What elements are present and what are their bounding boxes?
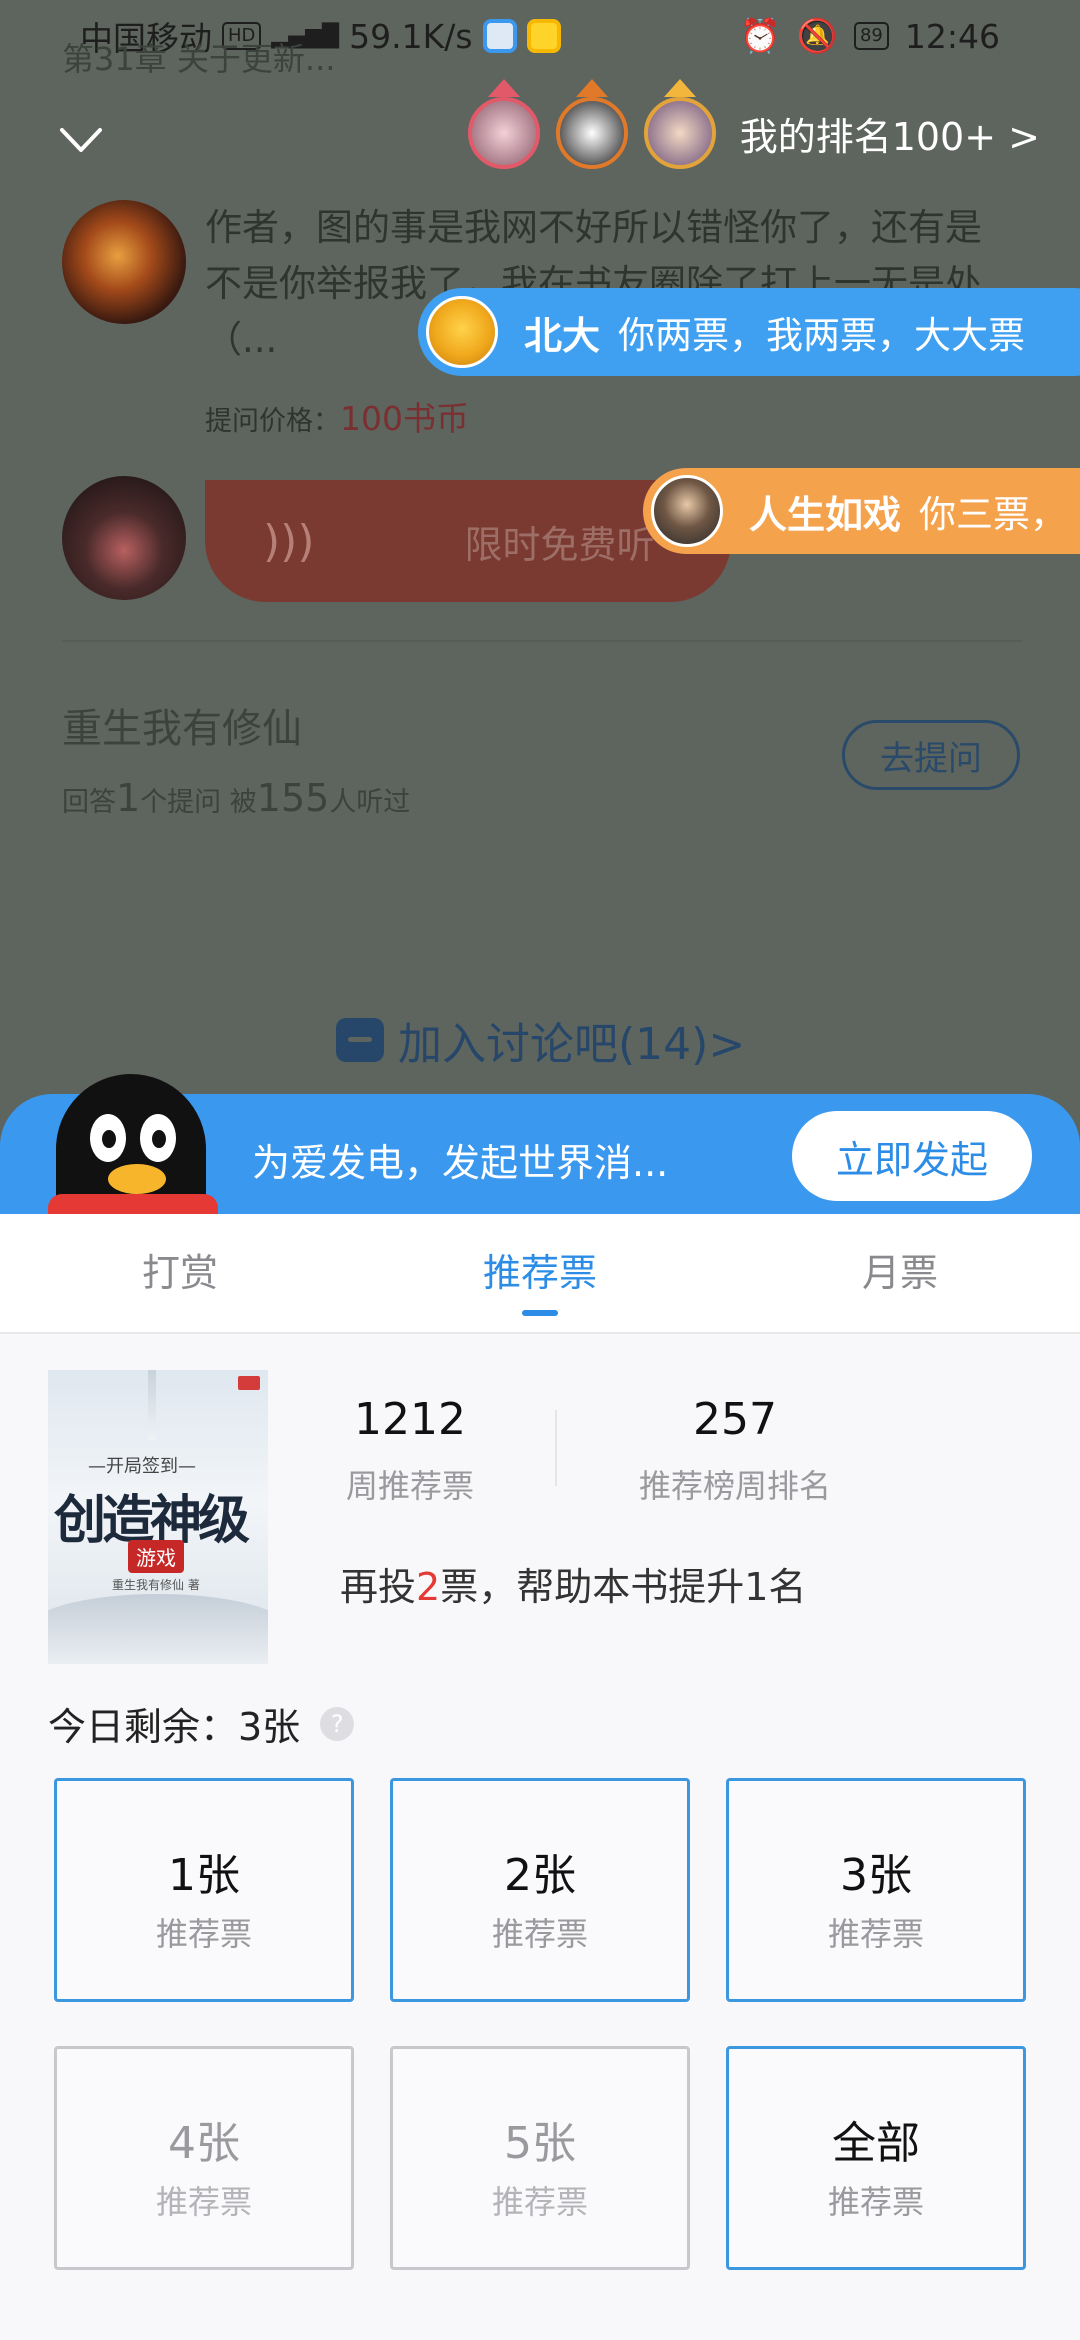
vote-option-label: 推荐票: [155, 2183, 252, 2221]
price-value: 100书币: [340, 399, 469, 438]
vote-option-count: 4张: [168, 2118, 240, 2169]
vote-option-count: 3张: [840, 1850, 912, 1901]
danmaku-avatar: [426, 296, 498, 368]
cover-tag: 游戏: [128, 1540, 184, 1573]
vote-option-count: 5张: [504, 2118, 576, 2169]
network-speed: 59.1K/s: [349, 16, 473, 56]
vote-sheet: 打赏 推荐票 月票 —开局签到— 创造神级 游戏 重生我有修仙 著 1212 周…: [0, 1214, 1080, 2340]
tab-reward[interactable]: 打赏: [80, 1242, 280, 1297]
mute-bell-icon: 🔕: [796, 16, 838, 55]
author-avatar[interactable]: [62, 476, 186, 600]
danmaku-message: 你两票，我两票，大大票: [618, 314, 1026, 357]
help-circle-icon[interactable]: ?: [320, 1706, 355, 1741]
question-price: 提问价格：100书币: [205, 392, 469, 440]
divider: [62, 640, 1022, 642]
cover-subtitle: —开局签到—: [88, 1456, 196, 1477]
danmaku-user-name: 北大: [524, 313, 601, 358]
answer-count: 1: [116, 776, 141, 820]
vote-option-2[interactable]: 2张 推荐票: [390, 1778, 690, 2002]
book-cover: —开局签到— 创造神级 游戏 重生我有修仙 著: [48, 1370, 268, 1664]
vote-option-label: 推荐票: [155, 1915, 252, 1953]
vote-option-count: 2张: [504, 1850, 576, 1901]
stat-divider: [555, 1410, 557, 1486]
author-book-title: 重生我有修仙: [62, 706, 302, 752]
hint-prefix: 再投: [340, 1565, 417, 1609]
remaining-label: 今日剩余：3张: [48, 1705, 301, 1749]
active-tab-indicator: [522, 1310, 558, 1316]
voice-wave-icon: ))): [263, 515, 315, 567]
weekly-votes-label: 周推荐票: [345, 1467, 474, 1505]
top-fan-avatar-1: [467, 79, 540, 169]
clock: 12:46: [904, 16, 1000, 56]
voice-answer-label: 限时免费听: [464, 522, 655, 567]
vote-option-4[interactable]: 4张 推荐票: [54, 2046, 354, 2270]
price-label: 提问价格：: [205, 406, 340, 437]
join-discussion-link[interactable]: 加入讨论吧(14)>: [336, 1008, 745, 1072]
danmaku-bubble: 人生如戏 你三票，: [643, 468, 1080, 554]
alarm-icon: ⏰: [739, 16, 781, 55]
battery-icon: 89: [853, 22, 889, 50]
top-fan-avatar-3: [643, 79, 716, 169]
weekly-votes-stat: 1212 周推荐票: [330, 1394, 490, 1507]
vote-option-label: 推荐票: [827, 2183, 924, 2221]
vote-option-3[interactable]: 3张 推荐票: [726, 1778, 1026, 2002]
chat-bubble-icon: [336, 1018, 384, 1062]
answer-mid: 个提问 被: [140, 787, 257, 818]
top-fan-avatar-2: [555, 79, 628, 169]
listen-suffix: 人听过: [329, 787, 411, 818]
vote-option-count: 全部: [832, 2118, 920, 2169]
publisher-logo-icon: [238, 1376, 260, 1390]
tab-recommend-vote[interactable]: 推荐票: [440, 1242, 640, 1297]
my-rank-label: 我的排名100+ >: [739, 114, 1040, 159]
promo-text: 为爱发电，发起世界消...: [252, 1141, 669, 1185]
tab-monthly-vote[interactable]: 月票: [800, 1242, 1000, 1297]
weekly-rank-stat: 257 推荐榜周排名: [620, 1394, 850, 1507]
chapter-title: 第31章 关于更新...: [62, 40, 336, 78]
weekly-votes-value: 1212: [354, 1394, 466, 1445]
vote-option-label: 推荐票: [827, 1915, 924, 1953]
my-rank[interactable]: 我的排名100+ >: [467, 78, 1040, 188]
listen-count: 155: [256, 776, 330, 820]
remaining-tickets: 今日剩余：3张 ?: [48, 1696, 355, 1751]
cover-author: 重生我有修仙 著: [112, 1578, 200, 1592]
weekly-rank-label: 推荐榜周排名: [638, 1467, 831, 1505]
danmaku-user-name: 人生如戏: [749, 492, 902, 537]
vote-option-label: 推荐票: [491, 2183, 588, 2221]
vote-option-label: 推荐票: [491, 1915, 588, 1953]
weekly-rank-value: 257: [693, 1394, 777, 1445]
asker-avatar[interactable]: [62, 200, 186, 324]
app-notification-icon: [482, 19, 517, 53]
vote-option-count: 1张: [168, 1850, 240, 1901]
vote-option-5[interactable]: 5张 推荐票: [390, 2046, 690, 2270]
ask-question-button[interactable]: 去提问: [842, 720, 1020, 790]
rank-hint: 再投2票，帮助本书提升1名: [340, 1556, 806, 1611]
collapse-chevron-icon[interactable]: [56, 120, 106, 160]
join-discussion-label: 加入讨论吧(14)>: [398, 1019, 746, 1070]
tab-bar: 打赏 推荐票 月票: [0, 1214, 1080, 1334]
hint-count: 2: [416, 1565, 441, 1609]
launch-button[interactable]: 立即发起: [792, 1111, 1032, 1201]
vote-option-all[interactable]: 全部 推荐票: [726, 2046, 1026, 2270]
penguin-mascot-icon: [48, 1066, 224, 1232]
app-notification-icon-2: [526, 19, 561, 53]
danmaku-avatar: [651, 475, 723, 547]
vote-option-1[interactable]: 1张 推荐票: [54, 1778, 354, 2002]
danmaku-message: 你三票，: [919, 493, 1068, 536]
hint-suffix: 票，帮助本书提升1名: [440, 1565, 807, 1609]
answer-prefix: 回答: [62, 787, 116, 818]
danmaku-bubble: 北大 你两票，我两票，大大票: [418, 288, 1080, 376]
author-stats: 回答1个提问 被155人听过: [62, 776, 410, 820]
